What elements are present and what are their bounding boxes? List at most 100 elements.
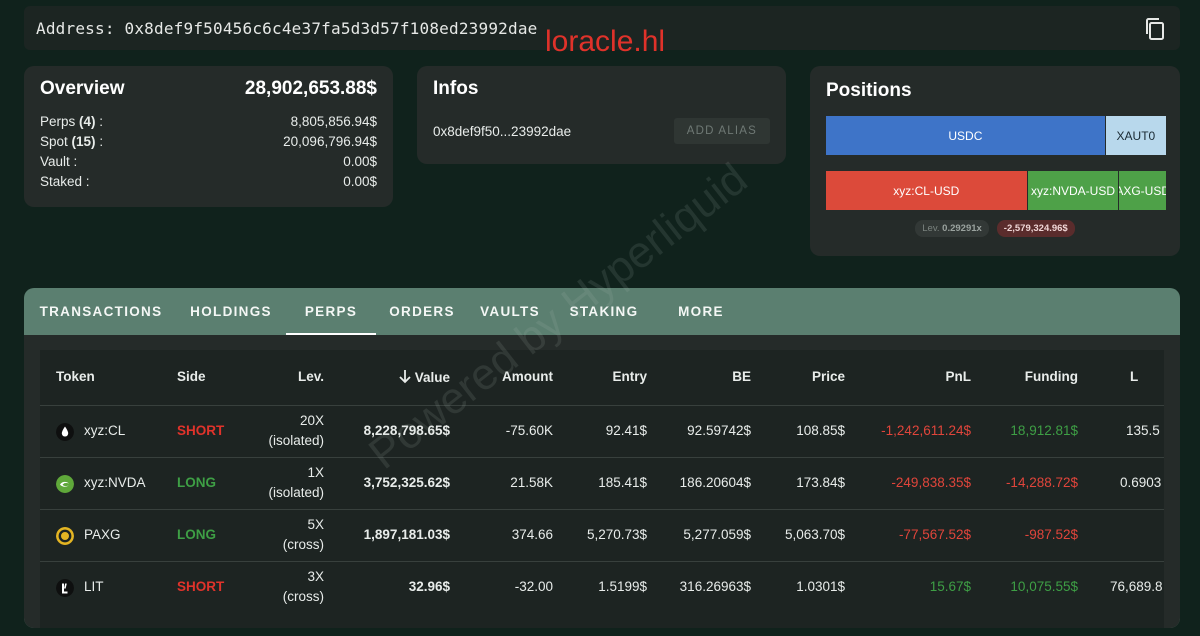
amount: 374.66 — [511, 527, 553, 542]
copy-icon[interactable] — [1144, 17, 1166, 41]
leverage: 3X (cross) — [282, 569, 324, 604]
header-amount[interactable]: Amount — [502, 369, 553, 384]
table-row[interactable]: xyz:NVDA LONG 1X (isolated) 3,752,325.62$… — [40, 458, 1164, 510]
header-price[interactable]: Price — [812, 369, 845, 384]
tab-perps[interactable]: PERPS — [286, 288, 376, 335]
sort-down-arrow-icon — [399, 370, 411, 384]
leverage: 1X (isolated) — [268, 465, 324, 500]
liquidation-price: 0.6903 — [1120, 475, 1162, 490]
funding: 18,912.81$ — [1010, 423, 1078, 438]
funding: -987.52$ — [1024, 527, 1078, 542]
address-text: Address: 0x8def9f50456c6c4e37fa5d3d57f10… — [36, 18, 538, 38]
position-value: 3,752,325.62$ — [363, 475, 450, 490]
tab-staking[interactable]: STAKING — [552, 288, 656, 335]
pnl: -77,567.52$ — [898, 527, 971, 542]
overview-row-vault: Vault : 0.00$ — [40, 154, 377, 169]
funding: 10,075.55$ — [1010, 579, 1078, 594]
leverage: 20X (isolated) — [268, 413, 324, 448]
amount: -75.60K — [505, 423, 553, 438]
perps-table: Token Side Lev. Value Amount Entry BE Pr… — [40, 350, 1164, 628]
pnl-badge: -2,579,324.96$ — [996, 220, 1075, 237]
header-entry[interactable]: Entry — [612, 369, 647, 384]
side-short: SHORT — [177, 423, 225, 438]
break-even: 186.20604$ — [679, 475, 751, 490]
table-panel: Token Side Lev. Value Amount Entry BE Pr… — [24, 335, 1180, 628]
loracle-watermark: loracle.hl — [545, 25, 666, 58]
perp-bar-segment[interactable]: AXG-USD — [1118, 171, 1166, 210]
mark-price: 173.84$ — [796, 475, 845, 490]
amount: -32.00 — [514, 579, 553, 594]
mark-price: 1.0301$ — [796, 579, 845, 594]
infos-card: Infos 0x8def9f50...23992dae ADD ALIAS — [417, 66, 786, 164]
break-even: 5,277.059$ — [683, 527, 751, 542]
perp-allocation-bar: xyz:CL-USDxyz:NVDA-USDAXG-USD — [826, 171, 1166, 210]
header-lev[interactable]: Lev. — [298, 369, 324, 384]
overview-row-perps: Perps (4) : 8,805,856.94$ — [40, 114, 377, 129]
overview-title: Overview — [40, 78, 125, 99]
liquidation-price: 135.5 — [1126, 423, 1160, 438]
header-side[interactable]: Side — [177, 369, 206, 384]
overview-total: 28,902,653.88$ — [244, 78, 377, 99]
spot-bar-segment[interactable]: XAUT0 — [1104, 116, 1166, 155]
positions-title: Positions — [826, 80, 912, 101]
liquidation-price: 76,689.8 — [1110, 579, 1163, 594]
infos-title: Infos — [433, 78, 479, 99]
token-name: LIT — [84, 579, 104, 594]
entry-price: 1.5199$ — [598, 579, 647, 594]
mark-price: 108.85$ — [796, 423, 845, 438]
header-be[interactable]: BE — [732, 369, 751, 384]
break-even: 316.26963$ — [679, 579, 751, 594]
positions-card: Positions USDC XAUT0 xyz:CL-USD xyz:NVDA-U… — [810, 66, 1180, 256]
pnl: 15.67$ — [929, 579, 971, 594]
token-name: xyz:CL — [84, 423, 126, 438]
lit-icon — [56, 579, 74, 597]
infos-short-address: 0x8def9f50...23992dae — [433, 123, 572, 139]
entry-price: 5,270.73$ — [586, 527, 647, 542]
oil-drop-icon — [56, 423, 74, 441]
perps-panel: TRANSACTIONS HOLDINGS PERPS ORDERS VAULT… — [24, 288, 1180, 628]
add-alias-button[interactable]: ADD ALIAS — [673, 118, 770, 144]
table-row[interactable]: xyz:CL SHORT 20X (isolated) 8,228,798.65$… — [40, 406, 1164, 458]
spot-bar-segment[interactable]: USDC — [826, 116, 1105, 155]
token-name: PAXG — [84, 527, 121, 542]
position-value: 32.96$ — [408, 579, 450, 594]
table-row[interactable]: PAXG LONG 5X (cross) 1,897,181.03$ 374.66… — [40, 510, 1164, 562]
header-token[interactable]: Token — [56, 369, 95, 384]
nvidia-icon — [56, 475, 74, 493]
position-value: 8,228,798.65$ — [363, 423, 450, 438]
paxg-gold-icon — [56, 527, 74, 545]
side-long: LONG — [177, 475, 216, 490]
header-liq[interactable]: L — [1130, 369, 1138, 384]
tab-vaults[interactable]: VAULTS — [468, 288, 552, 335]
amount: 21.58K — [510, 475, 553, 490]
pnl: -1,242,611.24$ — [881, 423, 971, 438]
header-pnl[interactable]: PnL — [946, 369, 972, 384]
leverage-badge: Lev. 0.29291x — [915, 220, 989, 237]
overview-card: Overview 28,902,653.88$ Perps (4) : 8,80… — [24, 66, 393, 207]
header-value[interactable]: Value — [398, 369, 450, 385]
funding: -14,288.72$ — [1005, 475, 1078, 490]
header-funding[interactable]: Funding — [1025, 369, 1078, 384]
pnl: -249,838.35$ — [891, 475, 971, 490]
tab-transactions[interactable]: TRANSACTIONS — [26, 288, 176, 335]
mark-price: 5,063.70$ — [784, 527, 845, 542]
perp-bar-segment[interactable]: xyz:CL-USD — [826, 171, 1027, 210]
side-short: SHORT — [177, 579, 225, 594]
tab-orders[interactable]: ORDERS — [376, 288, 468, 335]
overview-row-staked: Staked : 0.00$ — [40, 174, 377, 189]
break-even: 92.59742$ — [687, 423, 751, 438]
spot-allocation-bar: USDC XAUT0 — [826, 116, 1166, 155]
tab-more[interactable]: MORE — [656, 288, 746, 335]
tab-holdings[interactable]: HOLDINGS — [176, 288, 286, 335]
leverage: 5X (cross) — [282, 517, 324, 552]
side-long: LONG — [177, 527, 216, 542]
entry-price: 185.41$ — [598, 475, 647, 490]
tab-bar: TRANSACTIONS HOLDINGS PERPS ORDERS VAULT… — [24, 288, 1180, 335]
perp-bar-segment[interactable]: xyz:NVDA-USD — [1026, 171, 1119, 210]
overview-row-spot: Spot (15) : 20,096,796.94$ — [40, 134, 377, 149]
table-header: Token Side Lev. Value Amount Entry BE Pr… — [40, 350, 1164, 406]
table-row[interactable]: LIT SHORT 3X (cross) 32.96$ -32.00 1.5199… — [40, 562, 1164, 614]
position-value: 1,897,181.03$ — [363, 527, 450, 542]
token-name: xyz:NVDA — [84, 475, 146, 490]
entry-price: 92.41$ — [605, 423, 647, 438]
